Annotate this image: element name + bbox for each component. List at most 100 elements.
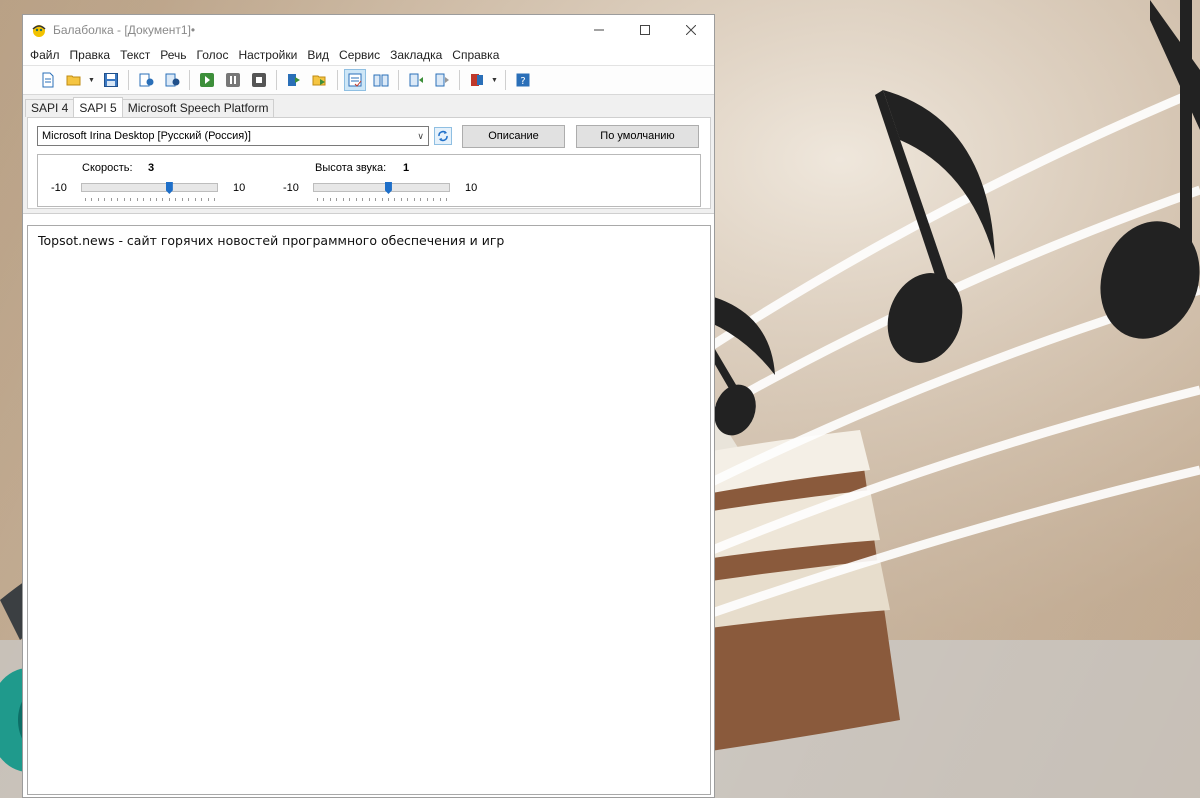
chevron-down-icon: ∨ [417, 131, 424, 141]
rate-slider-ticks [85, 198, 215, 201]
menu-settings[interactable]: Настройки [233, 45, 302, 65]
slider-tick [433, 198, 435, 201]
slider-tick [130, 198, 132, 201]
dictionary-dropdown-arrow[interactable]: ▼ [490, 69, 499, 91]
tab-speech-platform[interactable]: Microsoft Speech Platform [121, 99, 275, 117]
close-button[interactable] [668, 15, 714, 45]
slider-tick [188, 198, 190, 201]
pitch-value: 1 [403, 162, 410, 174]
slider-tick [214, 198, 215, 201]
export-audio-button[interactable] [283, 69, 305, 91]
menu-tools[interactable]: Сервис [334, 45, 385, 65]
stop-icon [252, 73, 266, 87]
menu-bookmark[interactable]: Закладка [385, 45, 447, 65]
toolbar: ▼ ▼ ? [23, 65, 714, 95]
slider-tick [375, 198, 377, 201]
next-button[interactable] [431, 69, 453, 91]
stop-button[interactable] [248, 69, 270, 91]
slider-tick [323, 198, 325, 201]
previous-button[interactable] [405, 69, 427, 91]
menu-text[interactable]: Текст [115, 45, 155, 65]
menu-bar: Файл Правка Текст Речь Голос Настройки В… [23, 45, 714, 65]
minimize-icon [594, 29, 604, 31]
save-button[interactable] [100, 69, 122, 91]
pitch-slider-ticks [317, 198, 447, 201]
batch-convert-button[interactable] [309, 69, 331, 91]
slider-tick [439, 198, 441, 201]
slider-tick [168, 198, 170, 201]
voice-parameters-group: Скорость: 3 -10 10 Высота звука: 1 -10 1… [37, 154, 701, 207]
minimize-button[interactable] [576, 15, 622, 45]
rate-slider-thumb[interactable] [165, 182, 173, 194]
read-file-button[interactable] [161, 69, 183, 91]
slider-tick [136, 198, 138, 201]
default-button[interactable]: По умолчанию [576, 125, 699, 148]
slider-tick [123, 198, 125, 201]
menu-edit[interactable]: Правка [65, 45, 116, 65]
dictionary-icon [471, 74, 483, 86]
rate-slider[interactable] [81, 182, 218, 194]
refresh-voices-button[interactable] [434, 127, 452, 145]
batch-convert-icon [312, 75, 326, 86]
pitch-min-label: -10 [283, 182, 299, 194]
help-button[interactable]: ? [512, 69, 534, 91]
slider-tick [117, 198, 119, 201]
toolbar-separator [459, 70, 460, 90]
maximize-button[interactable] [622, 15, 668, 45]
description-button[interactable]: Описание [462, 125, 565, 148]
slider-tick [426, 198, 428, 201]
new-document-button[interactable] [37, 69, 59, 91]
toolbar-separator [398, 70, 399, 90]
editor-text: Topsot.news - сайт горячих новостей прог… [38, 233, 505, 248]
pause-button[interactable] [222, 69, 244, 91]
slider-tick [349, 198, 351, 201]
slider-tick [387, 198, 389, 201]
slider-tick [175, 198, 177, 201]
spell-check-button[interactable] [344, 69, 366, 91]
new-document-icon [42, 72, 54, 88]
voice-dropdown[interactable]: Microsoft Irina Desktop [Русский (Россия… [37, 126, 429, 146]
read-clipboard-button[interactable] [135, 69, 157, 91]
menu-help[interactable]: Справка [447, 45, 504, 65]
toolbar-separator [128, 70, 129, 90]
slider-tick [413, 198, 415, 201]
pitch-label: Высота звука: [315, 162, 387, 174]
slider-tick [181, 198, 183, 201]
pitch-slider-thumb[interactable] [384, 182, 392, 194]
menu-speech[interactable]: Речь [155, 45, 191, 65]
next-icon [435, 73, 449, 87]
play-button[interactable] [196, 69, 218, 91]
toolbar-separator [276, 70, 277, 90]
read-aloud-icon [373, 74, 389, 87]
rate-value: 3 [148, 162, 155, 174]
slider-tick [207, 198, 209, 201]
slider-tick [201, 198, 203, 201]
text-editor[interactable]: Topsot.news - сайт горячих новостей прог… [27, 225, 711, 795]
tab-content: Microsoft Irina Desktop [Русский (Россия… [27, 117, 711, 209]
menu-view[interactable]: Вид [302, 45, 334, 65]
toolbar-separator [189, 70, 190, 90]
menu-voice[interactable]: Голос [192, 45, 234, 65]
slider-tick [394, 198, 396, 201]
editor-background [28, 226, 710, 794]
slider-tick [368, 198, 370, 201]
read-clipboard-icon [139, 73, 154, 87]
spell-check-icon [348, 73, 362, 87]
pitch-slider[interactable] [313, 182, 450, 194]
app-icon [32, 25, 46, 37]
dictionary-button[interactable] [466, 69, 488, 91]
tab-sapi4[interactable]: SAPI 4 [25, 99, 75, 117]
slider-tick [97, 198, 99, 201]
maximize-icon [640, 25, 650, 35]
read-aloud-button[interactable] [370, 69, 392, 91]
open-button[interactable] [63, 69, 85, 91]
slider-tick [336, 198, 338, 201]
rate-label: Скорость: [82, 162, 133, 174]
slider-tick [317, 198, 318, 201]
menu-file[interactable]: Файл [25, 45, 65, 65]
rate-min-label: -10 [51, 182, 67, 194]
tab-sapi5[interactable]: SAPI 5 [73, 97, 123, 117]
slider-tick [104, 198, 106, 201]
open-dropdown-arrow[interactable]: ▼ [87, 69, 96, 91]
previous-icon [409, 73, 423, 87]
